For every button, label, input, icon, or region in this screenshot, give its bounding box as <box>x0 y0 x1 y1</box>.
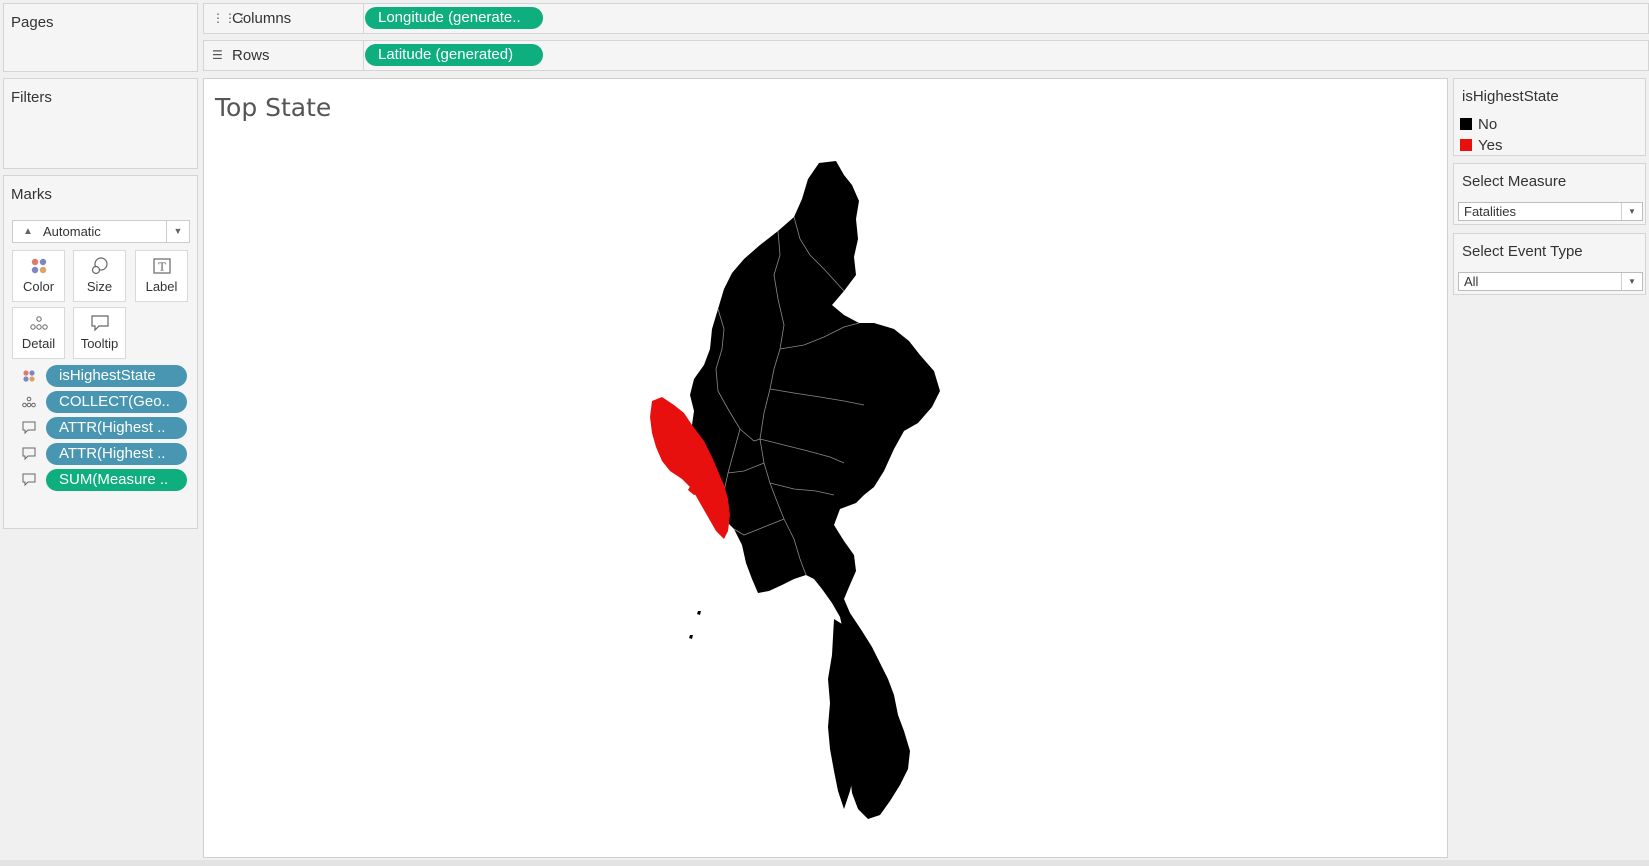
legend-pane[interactable]: isHighestState No Yes <box>1453 78 1646 156</box>
columns-pill[interactable]: Longitude (generate.. <box>365 7 543 29</box>
legend-swatch <box>1460 118 1472 130</box>
legend-item-yes[interactable]: Yes <box>1460 137 1502 155</box>
mark-type-dropdown[interactable]: ▲ Automatic ▼ <box>12 220 190 243</box>
tooltip-button[interactable]: Tooltip <box>73 307 126 359</box>
select-measure-pane: Select Measure Fatalities ▼ <box>1453 163 1646 225</box>
legend-swatch <box>1460 139 1472 151</box>
bottom-strip <box>0 860 1649 866</box>
label-icon: T <box>136 257 187 277</box>
tooltip-icon <box>22 421 36 440</box>
field-pill[interactable]: ATTR(Highest .. <box>46 417 187 439</box>
columns-shelf-label: ⋮⋮⋮ Columns <box>204 4 364 33</box>
field-pill[interactable]: SUM(Measure .. <box>46 469 187 491</box>
rows-shelf[interactable]: ☰ Rows Latitude (generated) <box>203 40 1649 71</box>
field-pill[interactable]: ATTR(Highest .. <box>46 443 187 465</box>
color-dots-icon <box>22 369 36 388</box>
tooltip-icon <box>22 447 36 466</box>
myanmar-map[interactable] <box>204 79 1447 857</box>
tooltip-icon <box>74 314 125 334</box>
rows-icon: ☰ <box>212 48 223 62</box>
chevron-down-icon[interactable]: ▼ <box>166 221 189 242</box>
tooltip-icon <box>22 473 36 492</box>
label-label: Label <box>145 279 178 294</box>
detail-icon <box>13 314 64 334</box>
select-measure-dropdown[interactable]: Fatalities ▼ <box>1458 202 1643 221</box>
select-event-type-title: Select Event Type <box>1462 243 1583 260</box>
map-island <box>697 611 701 615</box>
marks-field-row: ATTR(Highest .. <box>22 443 190 465</box>
legend-item-no[interactable]: No <box>1460 116 1497 134</box>
map-island <box>689 635 693 639</box>
detail-button[interactable]: Detail <box>12 307 65 359</box>
marks-field-row: SUM(Measure .. <box>22 469 190 491</box>
pages-pane[interactable]: Pages <box>3 3 198 72</box>
chevron-down-icon: ▼ <box>1621 273 1642 290</box>
rows-shelf-label: ☰ Rows <box>204 41 364 70</box>
size-icon <box>74 257 125 277</box>
detail-label: Detail <box>21 336 56 351</box>
marks-field-row: COLLECT(Geo.. <box>22 391 190 413</box>
size-label: Size <box>86 279 113 294</box>
select-event-type-pane: Select Event Type All ▼ <box>1453 233 1646 295</box>
legend-title: isHighestState <box>1462 88 1559 105</box>
svg-text:T: T <box>158 261 166 274</box>
columns-shelf[interactable]: ⋮⋮⋮ Columns Longitude (generate.. <box>203 3 1649 34</box>
select-measure-title: Select Measure <box>1462 173 1567 190</box>
rows-pill[interactable]: Latitude (generated) <box>365 44 543 66</box>
pages-title: Pages <box>11 14 54 31</box>
color-icon <box>13 257 64 277</box>
marks-pane: Marks ▲ Automatic ▼ Color Size T Label D… <box>3 175 198 529</box>
map-mark-icon: ▲ <box>23 226 33 237</box>
marks-field-row: ATTR(Highest .. <box>22 417 190 439</box>
viz-area[interactable]: Top State <box>203 78 1448 858</box>
chevron-down-icon: ▼ <box>1621 203 1642 220</box>
select-event-type-dropdown[interactable]: All ▼ <box>1458 272 1643 291</box>
filters-pane[interactable]: Filters <box>3 78 198 169</box>
color-label: Color <box>22 279 55 294</box>
filters-title: Filters <box>11 89 52 106</box>
mark-type-value: Automatic <box>43 224 101 239</box>
field-pill[interactable]: isHighestState <box>46 365 187 387</box>
tooltip-label: Tooltip <box>80 336 119 351</box>
size-button[interactable]: Size <box>73 250 126 302</box>
color-button[interactable]: Color <box>12 250 65 302</box>
field-pill[interactable]: COLLECT(Geo.. <box>46 391 187 413</box>
marks-title: Marks <box>11 186 52 203</box>
marks-field-row: isHighestState <box>22 365 190 387</box>
detail-icon <box>22 395 36 414</box>
label-button[interactable]: T Label <box>135 250 188 302</box>
